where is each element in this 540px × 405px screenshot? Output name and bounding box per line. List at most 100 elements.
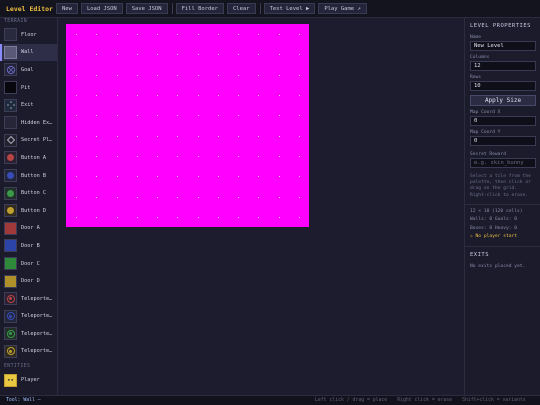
- grid-cell[interactable]: [238, 54, 240, 56]
- grid-cell[interactable]: [157, 115, 159, 117]
- grid-cell[interactable]: [278, 95, 280, 97]
- map-coord-y-field[interactable]: [470, 136, 536, 146]
- grid-cell[interactable]: [197, 135, 199, 137]
- grid-cell[interactable]: [136, 135, 138, 137]
- grid-cell[interactable]: [76, 176, 78, 178]
- grid-cell[interactable]: [116, 115, 118, 117]
- grid-cell[interactable]: [96, 155, 98, 157]
- grid-cell[interactable]: [177, 196, 179, 198]
- grid-cell[interactable]: [217, 74, 219, 76]
- grid-cell[interactable]: [177, 135, 179, 137]
- grid-cell[interactable]: [278, 34, 280, 36]
- grid-cell[interactable]: [217, 135, 219, 137]
- grid-cell[interactable]: [136, 216, 138, 218]
- grid-cell[interactable]: [258, 176, 260, 178]
- grid-cell[interactable]: [197, 196, 199, 198]
- grid-cell[interactable]: [177, 176, 179, 178]
- palette-item-teleporter-a[interactable]: Teleporter A: [0, 290, 57, 308]
- grid-cell[interactable]: [238, 216, 240, 218]
- grid-cell[interactable]: [116, 155, 118, 157]
- grid-cell[interactable]: [76, 196, 78, 198]
- grid-cell[interactable]: [197, 74, 199, 76]
- clear-button[interactable]: Clear: [227, 3, 256, 14]
- grid-cell[interactable]: [76, 95, 78, 97]
- grid-cell[interactable]: [238, 34, 240, 36]
- grid-cell[interactable]: [238, 196, 240, 198]
- rows-field[interactable]: [470, 81, 536, 91]
- grid-cell[interactable]: [157, 34, 159, 36]
- grid-cell[interactable]: [197, 176, 199, 178]
- grid-cell[interactable]: [258, 216, 260, 218]
- palette-item-door-d[interactable]: Door D: [0, 272, 57, 290]
- grid-cell[interactable]: [217, 34, 219, 36]
- palette-item-door-c[interactable]: Door C: [0, 255, 57, 273]
- fill-border-button[interactable]: Fill Border: [175, 3, 224, 14]
- palette-item-button-c[interactable]: Button C: [0, 184, 57, 202]
- grid-cell[interactable]: [217, 54, 219, 56]
- grid-cell[interactable]: [76, 135, 78, 137]
- palette-item-button-a[interactable]: Button A: [0, 149, 57, 167]
- grid-cell[interactable]: [116, 54, 118, 56]
- grid-cell[interactable]: [76, 54, 78, 56]
- grid-cell[interactable]: [116, 196, 118, 198]
- grid-cell[interactable]: [116, 135, 118, 137]
- grid-cell[interactable]: [157, 135, 159, 137]
- grid-cell[interactable]: [96, 74, 98, 76]
- map-coord-x-field[interactable]: [470, 116, 536, 126]
- grid-cell[interactable]: [157, 196, 159, 198]
- palette-item-hidden-exit[interactable]: Hidden Exit: [0, 114, 57, 132]
- grid-cell[interactable]: [278, 54, 280, 56]
- palette-item-teleporter-d[interactable]: Teleporter D: [0, 343, 57, 361]
- grid-cell[interactable]: [116, 216, 118, 218]
- new-button[interactable]: New: [56, 3, 78, 14]
- grid-cell[interactable]: [238, 95, 240, 97]
- columns-field[interactable]: [470, 61, 536, 71]
- grid-cell[interactable]: [157, 74, 159, 76]
- grid-cell[interactable]: [96, 34, 98, 36]
- grid-cell[interactable]: [197, 95, 199, 97]
- load-json-button[interactable]: Load JSON: [80, 3, 123, 14]
- grid-cell[interactable]: [217, 95, 219, 97]
- grid-cell[interactable]: [217, 115, 219, 117]
- grid-cell[interactable]: [136, 176, 138, 178]
- grid-cell[interactable]: [278, 196, 280, 198]
- grid-cell[interactable]: [136, 54, 138, 56]
- grid-cell[interactable]: [157, 176, 159, 178]
- grid-cell[interactable]: [238, 155, 240, 157]
- grid-cell[interactable]: [238, 135, 240, 137]
- grid-cell[interactable]: [217, 216, 219, 218]
- grid-cell[interactable]: [116, 74, 118, 76]
- grid-cell[interactable]: [116, 176, 118, 178]
- palette-item-teleporter-c[interactable]: Teleporter C: [0, 325, 57, 343]
- grid-cell[interactable]: [197, 155, 199, 157]
- grid-cell[interactable]: [177, 155, 179, 157]
- palette-item-door-a[interactable]: Door A: [0, 220, 57, 238]
- grid-cell[interactable]: [278, 155, 280, 157]
- grid-cell[interactable]: [258, 115, 260, 117]
- grid-cell[interactable]: [217, 155, 219, 157]
- grid-cell[interactable]: [278, 176, 280, 178]
- grid-cell[interactable]: [177, 95, 179, 97]
- grid-cell[interactable]: [217, 196, 219, 198]
- grid-cell[interactable]: [157, 54, 159, 56]
- grid-cell[interactable]: [96, 216, 98, 218]
- grid-cell[interactable]: [136, 115, 138, 117]
- grid-cell[interactable]: [298, 216, 300, 218]
- level-grid[interactable]: [66, 24, 309, 227]
- grid-cell[interactable]: [278, 115, 280, 117]
- secret-reward-field[interactable]: [470, 158, 536, 168]
- grid-cell[interactable]: [197, 54, 199, 56]
- grid-cell[interactable]: [258, 54, 260, 56]
- grid-cell[interactable]: [76, 216, 78, 218]
- grid-cell[interactable]: [258, 155, 260, 157]
- grid-cell[interactable]: [258, 74, 260, 76]
- grid-cell[interactable]: [177, 74, 179, 76]
- palette-item-pit[interactable]: Pit: [0, 79, 57, 97]
- grid-cell[interactable]: [96, 95, 98, 97]
- test-level-button[interactable]: Test Level ▶: [263, 3, 316, 14]
- grid-cell[interactable]: [238, 176, 240, 178]
- palette-item-exit[interactable]: Exit: [0, 96, 57, 114]
- grid-cell[interactable]: [136, 74, 138, 76]
- grid-cell[interactable]: [278, 135, 280, 137]
- palette-item-player[interactable]: Player: [0, 371, 57, 389]
